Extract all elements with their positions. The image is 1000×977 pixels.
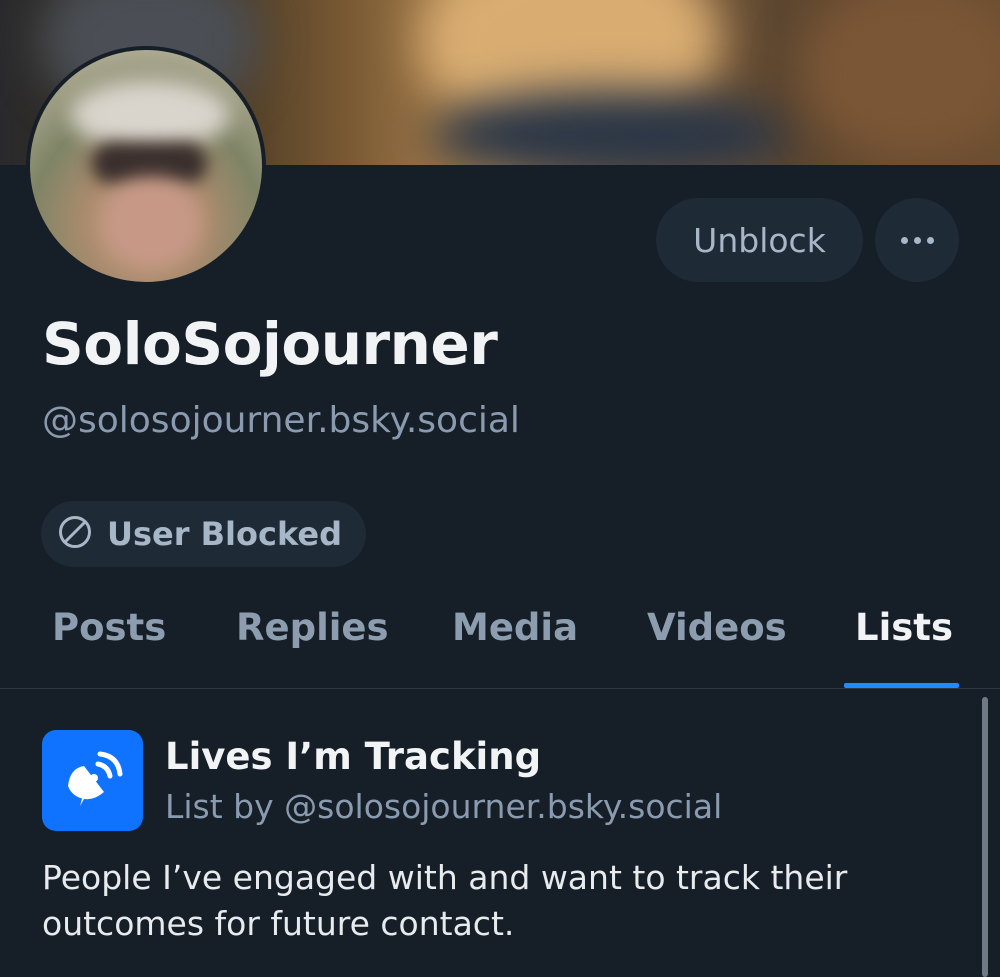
tab-videos[interactable]: Videos [647,606,787,649]
more-dots-icon [900,236,934,244]
tab-media[interactable]: Media [452,606,578,649]
tab-lists[interactable]: Lists [855,606,953,649]
user-blocked-label: User Blocked [107,515,342,553]
tab-posts[interactable]: Posts [52,606,166,649]
user-blocked-badge: User Blocked [41,501,366,567]
profile-handle: @solosojourner.bsky.social [42,400,520,441]
avatar[interactable] [30,50,262,282]
scrollbar[interactable] [982,697,988,977]
list-title: Lives I’m Tracking [165,735,542,778]
active-tab-indicator [844,683,959,688]
avatar-blur-shape [102,178,202,268]
profile-page: Unblock SoloSojourner @solosojourner.bsk… [0,0,1000,977]
display-name: SoloSojourner [42,310,498,378]
more-options-button[interactable] [875,198,959,282]
tab-replies[interactable]: Replies [236,606,389,649]
banner-blur-shape [800,0,1000,160]
avatar-blur-shape [70,80,230,150]
unblock-button[interactable]: Unblock [656,198,863,282]
blocked-icon [57,514,93,554]
satellite-dish-icon [42,730,143,831]
profile-tabs: Posts Replies Media Videos Lists [0,596,1000,689]
list-byline: List by @solosojourner.bsky.social [165,787,723,826]
list-description: People I’ve engaged with and want to tra… [42,858,848,943]
